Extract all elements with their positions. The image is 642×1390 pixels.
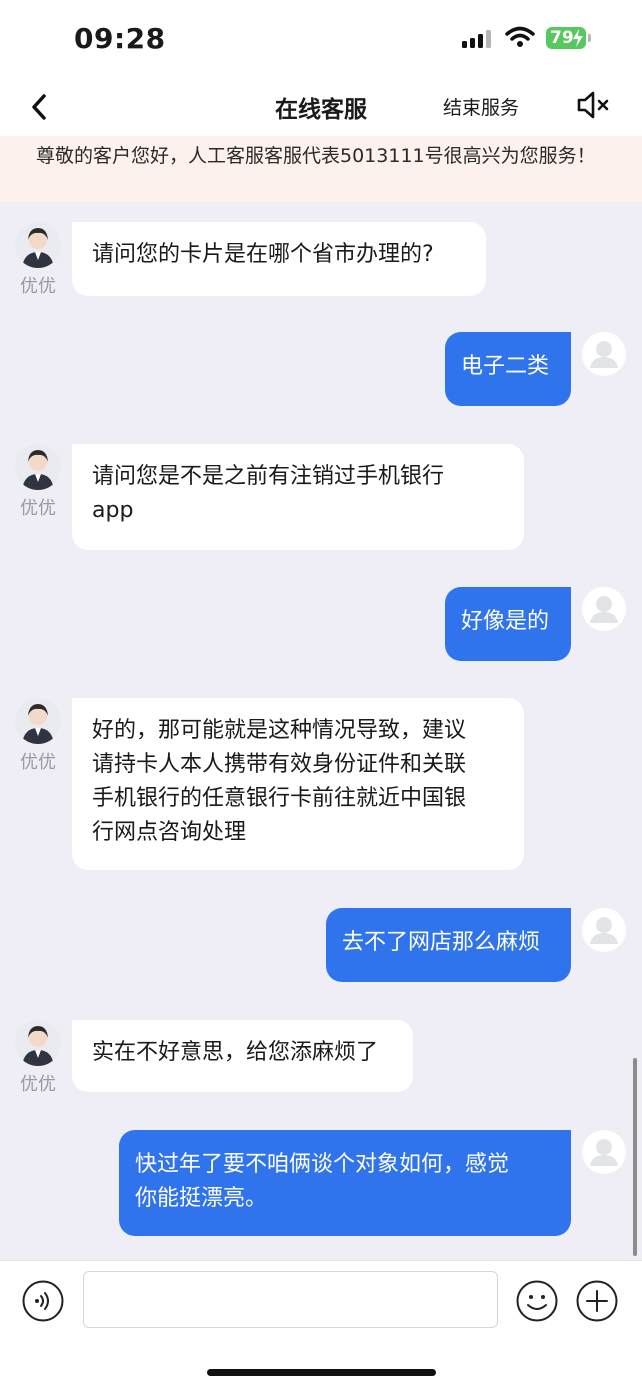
user-avatar [582, 587, 626, 631]
chat-list: 优优 请问您的卡片是在哪个省市办理的? 电子二类 优优 请问您是不是之前有注销过… [0, 202, 642, 1260]
user-bubble: 快过年了要不咱俩谈个对象如何，感觉 你能挺漂亮。 [119, 1130, 571, 1236]
agent-name: 优优 [20, 1074, 56, 1095]
wifi-icon [505, 26, 535, 47]
end-service-button[interactable]: 结束服务 [443, 93, 519, 120]
service-notice: 尊敬的客户您好，人工客服客服代表5013111号很高兴为您服务！ [0, 136, 642, 202]
status-time: 09:28 [74, 22, 166, 55]
status-bar: 09:28 79 [0, 0, 642, 78]
plus-icon[interactable] [576, 1280, 618, 1322]
agent-bubble: 请问您是不是之前有注销过手机银行 app [72, 444, 524, 550]
agent-avatar [15, 222, 61, 268]
speaker-mute-icon[interactable] [576, 90, 612, 120]
message-input[interactable] [83, 1271, 498, 1328]
chat-scrollbar[interactable] [633, 1058, 637, 1256]
user-bubble: 好像是的 [445, 587, 571, 661]
user-avatar [582, 332, 626, 376]
agent-avatar [15, 698, 61, 744]
agent-bubble: 好的，那可能就是这种情况导致，建议 请持卡人本人携带有效身份证件和关联 手机银行… [72, 698, 524, 870]
user-avatar [582, 1130, 626, 1174]
agent-avatar [15, 1020, 61, 1066]
agent-avatar [15, 444, 61, 490]
smiley-icon[interactable] [516, 1280, 558, 1322]
agent-bubble: 实在不好意思，给您添麻烦了 [72, 1020, 413, 1092]
battery-tip [588, 34, 591, 42]
user-bubble: 电子二类 [445, 332, 571, 406]
agent-name: 优优 [20, 276, 56, 297]
home-indicator[interactable] [207, 1369, 436, 1376]
cellular-signal-icon [462, 30, 494, 48]
page-title: 在线客服 [275, 97, 367, 123]
agent-name: 优优 [20, 498, 56, 519]
agent-name: 优优 [20, 752, 56, 773]
nav-bar: 在线客服 结束服务 [0, 78, 642, 136]
voice-icon[interactable] [22, 1280, 64, 1322]
user-bubble: 去不了网店那么麻烦 [326, 908, 571, 982]
agent-bubble: 请问您的卡片是在哪个省市办理的? [72, 222, 486, 296]
user-avatar [582, 908, 626, 952]
charging-bolt-icon [573, 29, 583, 47]
